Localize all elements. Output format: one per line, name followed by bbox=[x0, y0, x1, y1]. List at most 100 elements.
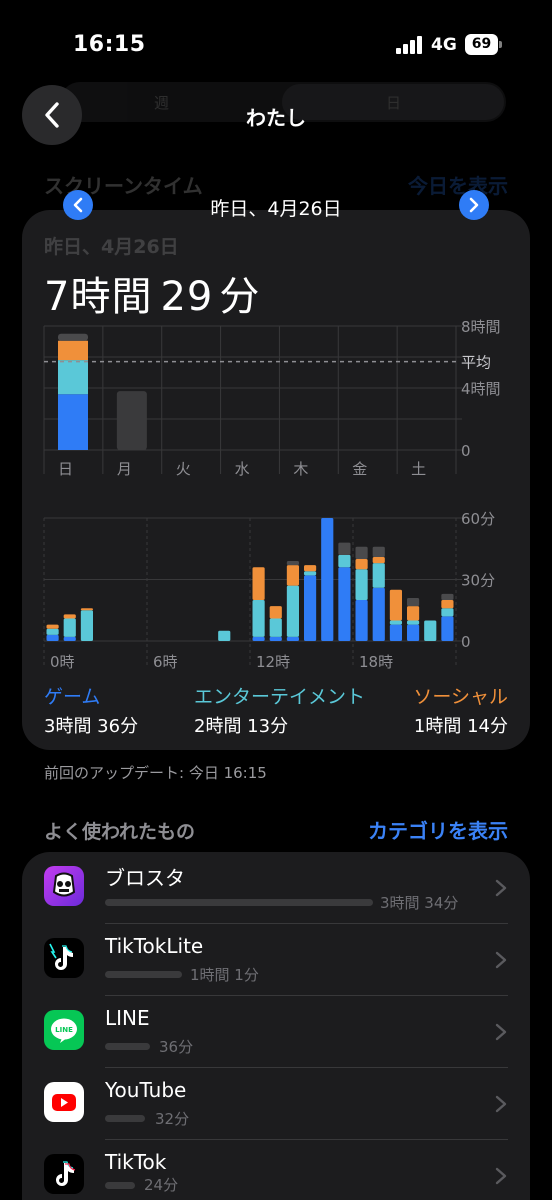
chevron-right-icon bbox=[495, 879, 507, 897]
brawl-stars-icon bbox=[44, 866, 84, 906]
x-tick-label: 12時 bbox=[256, 653, 290, 671]
usage-bar bbox=[105, 899, 373, 906]
chevron-right-icon bbox=[495, 1023, 507, 1041]
chevron-right-icon bbox=[495, 1167, 507, 1185]
status-bar: 16:15 4G 69 bbox=[0, 0, 552, 90]
bar-other bbox=[441, 593, 454, 600]
bar-social bbox=[80, 608, 93, 611]
app-duration: 1時間 1分 bbox=[190, 966, 259, 984]
app-name: LINE bbox=[105, 1006, 150, 1030]
bar-entertainment bbox=[424, 620, 437, 641]
chevron-right-icon bbox=[469, 197, 479, 213]
app-duration: 36分 bbox=[159, 1038, 194, 1056]
app-row-tiktok[interactable]: TikTok 24分 bbox=[22, 1140, 530, 1200]
x-tick-label: 火 bbox=[176, 460, 191, 478]
bar-entertainment bbox=[58, 360, 88, 395]
bar-entertainment bbox=[407, 620, 420, 625]
y-tick-label: 8時間 bbox=[461, 318, 501, 336]
usage-bar bbox=[105, 1182, 135, 1189]
bar-game bbox=[252, 636, 265, 641]
bar-other bbox=[407, 597, 420, 607]
legend-entertainment-label[interactable]: エンターテイメント bbox=[194, 682, 365, 709]
status-time: 16:15 bbox=[73, 32, 146, 57]
bar-social bbox=[58, 340, 88, 361]
x-tick-label: 木 bbox=[293, 460, 308, 478]
x-tick-label: 日 bbox=[58, 460, 73, 478]
battery-level: 69 bbox=[465, 34, 498, 55]
bar-other bbox=[58, 333, 88, 341]
most-used-list: ブロスタ 3時間 34分 TikTokLite 1時間 1分 LINE LINE… bbox=[22, 852, 530, 1200]
average-label: 平均 bbox=[461, 354, 491, 372]
bar-game bbox=[372, 587, 385, 641]
app-row-brawl-stars[interactable]: ブロスタ 3時間 34分 bbox=[22, 852, 530, 924]
bar-entertainment bbox=[63, 618, 76, 637]
y-tick-label: 30分 bbox=[461, 572, 495, 590]
bar-social bbox=[355, 559, 368, 570]
line-icon: LINE bbox=[44, 1010, 84, 1050]
app-name: TikTokLite bbox=[105, 934, 204, 958]
app-name: YouTube bbox=[105, 1078, 187, 1102]
app-duration: 3時間 34分 bbox=[380, 894, 459, 912]
x-tick-label: 月 bbox=[117, 460, 132, 478]
tiktok-icon bbox=[44, 1154, 84, 1194]
chevron-right-icon bbox=[495, 1095, 507, 1113]
bar-other bbox=[355, 546, 368, 559]
legend-game-value: 3時間 36分 bbox=[44, 716, 139, 737]
bar-game bbox=[441, 616, 454, 641]
bar-entertainment bbox=[441, 608, 454, 617]
app-row-tiktoklite[interactable]: TikTokLite 1時間 1分 bbox=[22, 924, 530, 996]
svg-text:LINE: LINE bbox=[55, 1026, 73, 1034]
bar-game bbox=[321, 518, 334, 641]
signal-icon bbox=[396, 36, 422, 54]
x-tick-label: 0時 bbox=[50, 653, 75, 671]
bar-social bbox=[252, 567, 265, 600]
next-day-button[interactable] bbox=[459, 190, 489, 220]
app-name: ブロスタ bbox=[105, 866, 185, 890]
bar-other bbox=[286, 561, 299, 566]
legend-social-label[interactable]: ソーシャル bbox=[413, 682, 508, 709]
app-name: TikTok bbox=[105, 1150, 167, 1174]
legend-social-value: 1時間 14分 bbox=[413, 716, 508, 737]
bar-entertainment bbox=[389, 620, 402, 625]
tiktok-lite-icon bbox=[44, 938, 84, 978]
usage-bar bbox=[105, 1043, 150, 1050]
chevron-right-icon bbox=[495, 951, 507, 969]
app-duration: 32分 bbox=[155, 1110, 190, 1128]
y-tick-label: 0 bbox=[461, 442, 471, 460]
most-used-title: よく使われたもの bbox=[44, 821, 196, 843]
legend-game-label[interactable]: ゲーム bbox=[44, 682, 100, 709]
usage-bar bbox=[105, 971, 182, 978]
show-categories-link[interactable]: カテゴリを表示 bbox=[368, 815, 508, 844]
x-tick-label: 6時 bbox=[153, 653, 178, 671]
last-updated: 前回のアップデート: 今日 16:15 bbox=[44, 764, 267, 782]
bar-entertainment bbox=[46, 628, 59, 635]
screen-time-card: 昨日、4月26日 7時間 29 分 日月火水木金土平均 8時間 4時間 0 0時 6時 12時… bbox=[22, 210, 530, 750]
bar-game bbox=[46, 634, 59, 641]
x-tick-label: 土 bbox=[411, 460, 426, 478]
bar-entertainment bbox=[80, 610, 93, 641]
y-tick-label: 60分 bbox=[461, 510, 495, 528]
usage-bar bbox=[105, 1115, 145, 1122]
bar-game bbox=[286, 636, 299, 641]
app-row-line[interactable]: LINE LINE 36分 bbox=[22, 996, 530, 1068]
bar-entertainment bbox=[338, 554, 351, 568]
x-tick-label: 18時 bbox=[359, 653, 393, 671]
x-tick-label: 水 bbox=[235, 460, 250, 478]
x-tick-label: 金 bbox=[352, 460, 367, 478]
bar-entertainment bbox=[269, 618, 282, 637]
category-legend: ゲーム 3時間 36分 エンターテイメント 2時間 13分 ソーシャル 1時間 … bbox=[44, 682, 508, 742]
bar-game bbox=[407, 624, 420, 641]
bar-game bbox=[63, 636, 76, 641]
date-navigator: 昨日、4月26日 bbox=[0, 190, 552, 222]
bar-social bbox=[46, 624, 59, 629]
y-tick-label: 4時間 bbox=[461, 380, 501, 398]
bar-social bbox=[286, 565, 299, 586]
bar-social bbox=[372, 556, 385, 564]
bar-social bbox=[269, 606, 282, 619]
youtube-icon bbox=[44, 1082, 84, 1122]
bar-game bbox=[269, 636, 282, 641]
bar-social bbox=[441, 600, 454, 609]
bar-entertainment bbox=[252, 600, 265, 637]
app-row-youtube[interactable]: YouTube 32分 bbox=[22, 1068, 530, 1140]
y-tick-label: 0 bbox=[461, 633, 471, 651]
